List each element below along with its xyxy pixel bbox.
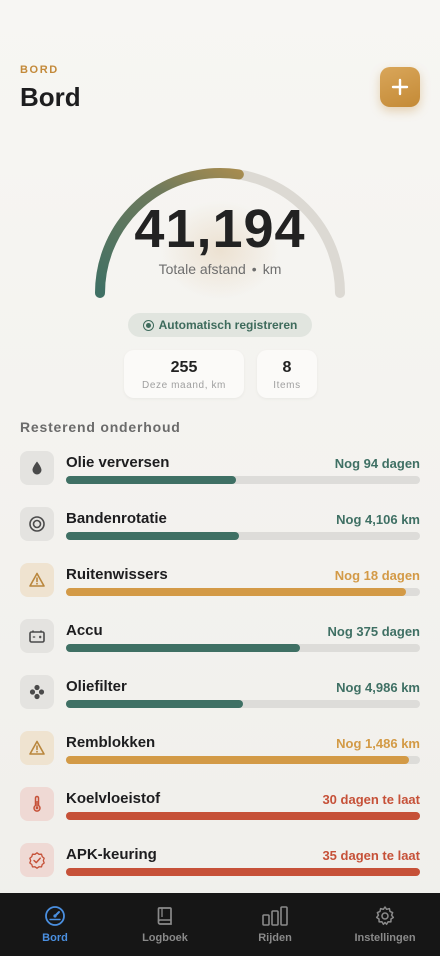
- header: BORD Bord: [20, 64, 81, 113]
- progress-track: [66, 868, 420, 876]
- list-item[interactable]: Remblokken Nog 1,486 km: [20, 731, 420, 787]
- odometer-value: 41,194: [134, 199, 306, 259]
- icon-box: [20, 787, 54, 821]
- icon-box: [20, 619, 54, 653]
- list-item[interactable]: Olie verversen Nog 94 dagen: [20, 451, 420, 507]
- item-name: Koelvloeistof: [66, 790, 161, 807]
- item-name: Oliefilter: [66, 678, 127, 695]
- oil-drop-icon: [32, 461, 42, 475]
- thermometer-icon: [33, 795, 41, 812]
- progress-fill: [66, 476, 236, 484]
- item-name: Ruitenwissers: [66, 566, 168, 583]
- item-status: Nog 94 dagen: [334, 456, 420, 471]
- tab-bord[interactable]: Bord: [0, 905, 110, 944]
- progress-fill: [66, 588, 406, 596]
- book-icon: [157, 907, 172, 925]
- progress-track: [66, 588, 420, 596]
- page-eyebrow: BORD: [20, 64, 59, 76]
- icon-box: [20, 563, 54, 597]
- gear-icon: [375, 906, 395, 926]
- odometer-unit: km: [262, 261, 282, 277]
- progress-track: [66, 812, 420, 820]
- icon-box: [20, 507, 54, 541]
- tab-label: Rijden: [258, 932, 292, 944]
- maintenance-list: Olie verversen Nog 94 dagen Bandenrotati…: [20, 451, 420, 899]
- radio-dot-icon: [142, 319, 154, 331]
- list-item[interactable]: Ruitenwissers Nog 18 dagen: [20, 563, 420, 619]
- item-name: APK-keuring: [66, 846, 157, 863]
- progress-fill: [66, 644, 300, 652]
- stat-label: Items: [273, 380, 301, 391]
- list-item[interactable]: Accu Nog 375 dagen: [20, 619, 420, 675]
- tab-instellingen[interactable]: Instellingen: [330, 905, 440, 944]
- progress-fill: [66, 700, 243, 708]
- progress-track: [66, 476, 420, 484]
- caption-separator: •: [251, 261, 257, 277]
- tab-logboek[interactable]: Logboek: [110, 905, 220, 944]
- progress-fill: [66, 532, 240, 540]
- list-item[interactable]: APK-keuring 35 dagen te laat: [20, 843, 420, 899]
- page-title: Bord: [20, 82, 81, 112]
- stat-card-month: 255 Deze maand, km: [124, 350, 244, 398]
- item-name: Accu: [66, 622, 103, 639]
- item-status: Nog 4,106 km: [336, 512, 420, 527]
- icon-box: [20, 451, 54, 485]
- odometer-caption-label: Totale afstand: [158, 261, 246, 277]
- tab-label: Instellingen: [354, 932, 416, 944]
- item-status: Nog 18 dagen: [334, 568, 420, 583]
- tire-icon: [29, 516, 45, 532]
- section-title: Resterend onderhoud: [20, 419, 181, 435]
- icon-box: [20, 843, 54, 877]
- auto-register-label: Automatisch registreren: [158, 318, 298, 332]
- progress-fill: [66, 812, 420, 820]
- speedometer-icon: [45, 906, 65, 926]
- filter-icon: [29, 684, 45, 700]
- item-status: Nog 4,986 km: [336, 680, 420, 695]
- tab-label: Logboek: [142, 932, 188, 944]
- warning-icon: [29, 740, 45, 755]
- item-status: 35 dagen te laat: [322, 848, 420, 863]
- item-status: 30 dagen te laat: [322, 792, 420, 807]
- progress-track: [66, 644, 420, 652]
- warning-icon: [29, 572, 45, 587]
- item-status: Nog 375 dagen: [327, 624, 420, 639]
- bar-chart-icon: [262, 906, 288, 926]
- progress-track: [66, 532, 420, 540]
- progress-track: [66, 700, 420, 708]
- tab-rijden[interactable]: Rijden: [220, 905, 330, 944]
- stat-value: 8: [282, 359, 292, 376]
- stat-value: 255: [170, 359, 198, 376]
- badge-check-icon: [29, 852, 45, 869]
- stat-card-items: 8 Items: [257, 350, 317, 398]
- plus-icon: [391, 78, 409, 96]
- progress-fill: [66, 868, 420, 876]
- list-item[interactable]: Koelvloeistof 30 dagen te laat: [20, 787, 420, 843]
- auto-register-toggle[interactable]: Automatisch registreren: [128, 313, 312, 337]
- list-item[interactable]: Bandenrotatie Nog 4,106 km: [20, 507, 420, 563]
- icon-box: [20, 731, 54, 765]
- tab-bar: Bord Logboek Rijden Instellingen: [0, 893, 440, 956]
- add-button[interactable]: [380, 67, 420, 107]
- progress-fill: [66, 756, 410, 764]
- battery-icon: [29, 630, 45, 643]
- tab-label: Bord: [42, 932, 68, 944]
- item-name: Olie verversen: [66, 454, 170, 471]
- stat-label: Deze maand, km: [142, 380, 226, 391]
- item-name: Remblokken: [66, 734, 156, 751]
- odometer-caption: Totale afstand • km: [0, 261, 440, 277]
- list-item[interactable]: Oliefilter Nog 4,986 km: [20, 675, 420, 731]
- item-status: Nog 1,486 km: [336, 736, 420, 751]
- icon-box: [20, 675, 54, 709]
- progress-track: [66, 756, 420, 764]
- item-name: Bandenrotatie: [66, 510, 167, 527]
